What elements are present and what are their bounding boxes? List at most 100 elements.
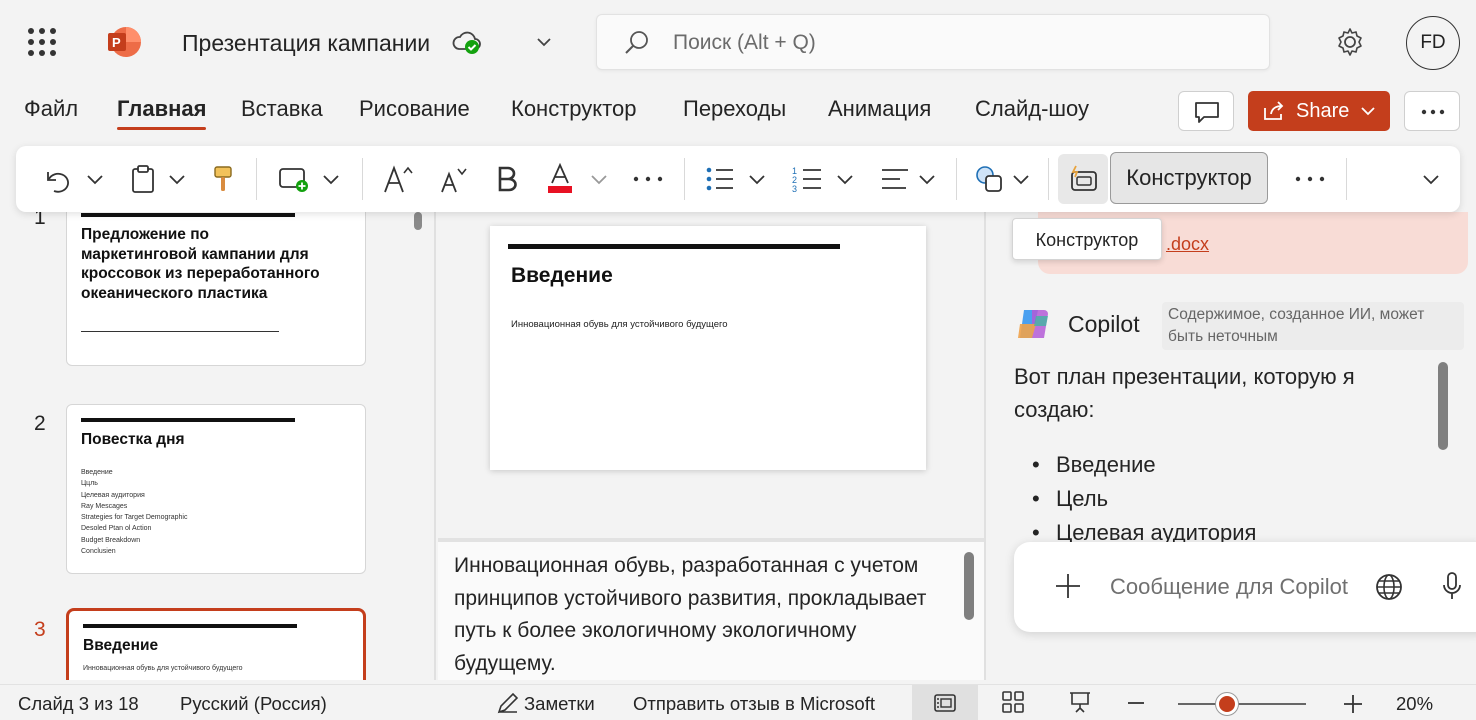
font-color-button[interactable] [546, 146, 574, 212]
tab-home[interactable]: Главная [117, 96, 207, 130]
copilot-scrollbar[interactable] [1438, 362, 1448, 450]
chevron-down-icon [1423, 175, 1439, 185]
chevron-down-icon [1013, 175, 1029, 185]
current-slide[interactable]: Введение Инновационная обувь для устойчи… [490, 226, 926, 470]
designer-icon-button[interactable] [1058, 154, 1108, 204]
copilot-outline-list: Введение Цель Целевая аудитория [1032, 448, 1256, 550]
normal-view-icon [934, 694, 956, 712]
speaker-notes-text[interactable]: Инновационная обувь, разработанная с уче… [454, 550, 934, 680]
chevron-down-icon [919, 175, 935, 185]
tab-insert[interactable]: Вставка [241, 96, 323, 122]
bold-button[interactable] [496, 146, 518, 212]
bullets-dropdown[interactable] [748, 146, 766, 212]
slide-subtitle[interactable]: Инновационная обувь для устойчивого буду… [511, 319, 728, 330]
tab-design[interactable]: Конструктор [511, 96, 636, 122]
thumbnail-agenda-list: Введение Ццль Целевая аудитория Ray Mesc… [81, 469, 188, 556]
font-shrink-button[interactable] [438, 146, 470, 212]
shapes-dropdown[interactable] [1012, 146, 1030, 212]
feedback-link[interactable]: Отправить отзыв в Microsoft [633, 693, 875, 715]
language-indicator[interactable]: Русский (Россия) [180, 693, 327, 715]
notes-icon[interactable] [496, 691, 520, 715]
search-box[interactable]: Поиск (Alt + Q) [596, 14, 1270, 70]
cloud-saved-icon[interactable] [452, 28, 482, 56]
slide-number: 3 [34, 618, 46, 641]
thumbnail-title: Повестка дня [81, 431, 185, 448]
tab-file[interactable]: Файл [24, 96, 78, 122]
align-button[interactable] [880, 146, 910, 212]
comment-icon [1195, 102, 1219, 123]
align-dropdown[interactable] [918, 146, 936, 212]
more-options-button[interactable] [1404, 91, 1460, 131]
file-link[interactable]: .docx [1166, 234, 1209, 255]
document-title[interactable]: Презентация кампании [182, 30, 430, 57]
copilot-input-placeholder[interactable]: Сообщение для Copilot [1110, 574, 1348, 600]
pane-divider[interactable] [434, 212, 436, 680]
new-slide-button[interactable] [278, 146, 310, 212]
comments-button[interactable] [1178, 91, 1234, 131]
ribbon-toolbar: 1 2 3 Конструктор [16, 146, 1460, 212]
numbering-button[interactable]: 1 2 3 [792, 146, 822, 212]
globe-icon[interactable] [1374, 572, 1404, 602]
format-painter-button[interactable] [212, 146, 234, 212]
copilot-message: Вот план презентации, которую я создаю: [1014, 364, 1355, 422]
powerpoint-logo-icon[interactable]: P [106, 26, 142, 58]
designer-tooltip: Конструктор [1012, 218, 1162, 260]
copilot-logo-icon [1018, 310, 1048, 338]
zoom-slider[interactable] [1178, 703, 1306, 705]
tab-draw[interactable]: Рисование [359, 96, 470, 122]
more-icon [1295, 176, 1325, 182]
user-avatar[interactable]: FD [1406, 16, 1460, 70]
font-grow-button[interactable] [382, 146, 414, 212]
speaker-notes-pane[interactable]: Инновационная обувь, разработанная с уче… [438, 542, 984, 680]
font-color-dropdown[interactable] [590, 146, 608, 212]
paste-dropdown[interactable] [168, 146, 186, 212]
copilot-message-box[interactable]: Сообщение для Copilot [1014, 542, 1476, 632]
slide-sorter-icon[interactable] [1002, 691, 1024, 713]
share-button[interactable]: Share [1248, 91, 1390, 131]
ribbon-more-button[interactable] [1294, 146, 1326, 212]
notes-scrollbar[interactable] [964, 552, 974, 620]
font-more-button[interactable] [632, 146, 664, 212]
slide-thumbnail-1[interactable]: Предложение по маркетинговой кампании дл… [66, 212, 366, 366]
chevron-down-icon[interactable] [534, 32, 554, 52]
numbering-dropdown[interactable] [836, 146, 854, 212]
normal-view-button[interactable] [912, 685, 978, 720]
zoom-out-icon[interactable] [1126, 701, 1146, 705]
slide-title[interactable]: Введение [511, 264, 613, 288]
app-launcher-icon[interactable] [28, 28, 56, 56]
shapes-icon [976, 166, 1002, 192]
slide-thumbnail-2[interactable]: Повестка дня Введение Ццль Целевая аудит… [66, 404, 366, 574]
search-icon [625, 31, 648, 54]
slide-number: 2 [34, 412, 46, 435]
settings-gear-icon[interactable] [1334, 26, 1366, 58]
chevron-down-icon [169, 175, 185, 185]
zoom-slider-thumb[interactable] [1215, 693, 1238, 715]
shapes-button[interactable] [974, 146, 1004, 212]
designer-button[interactable]: Конструктор [1110, 152, 1268, 204]
slide-thumbnail-3[interactable]: Введение Инновационная обувь для устойчи… [66, 608, 366, 680]
thumbnails-scrollbar[interactable] [414, 212, 422, 230]
font-shrink-icon [441, 168, 467, 193]
notes-button[interactable]: Заметки [524, 693, 595, 715]
paste-button[interactable] [130, 146, 156, 212]
undo-dropdown[interactable] [86, 146, 104, 212]
chevron-down-icon [323, 175, 339, 185]
microphone-icon[interactable] [1440, 570, 1464, 602]
tab-slideshow[interactable]: Слайд-шоу [975, 96, 1089, 122]
zoom-in-icon[interactable] [1342, 693, 1364, 715]
bold-icon [498, 166, 517, 192]
slideshow-icon[interactable] [1068, 691, 1092, 713]
tab-transitions[interactable]: Переходы [683, 96, 786, 122]
zoom-level[interactable]: 20% [1396, 693, 1433, 715]
tab-animations[interactable]: Анимация [828, 96, 931, 122]
bullets-button[interactable] [706, 146, 734, 212]
new-slide-dropdown[interactable] [322, 146, 340, 212]
ribbon-expand-button[interactable] [1422, 146, 1440, 212]
undo-button[interactable] [42, 146, 72, 212]
thumbnail-subtitle: Инновационная обувь для устойчивого буду… [83, 665, 243, 672]
thumbnail-title: Введение [83, 637, 159, 654]
add-icon[interactable] [1054, 572, 1082, 600]
slide-thumbnails-pane: 1 Предложение по маркетинговой кампании … [0, 212, 432, 680]
list-item: Введение [1032, 448, 1256, 482]
chevron-down-icon [837, 175, 853, 185]
